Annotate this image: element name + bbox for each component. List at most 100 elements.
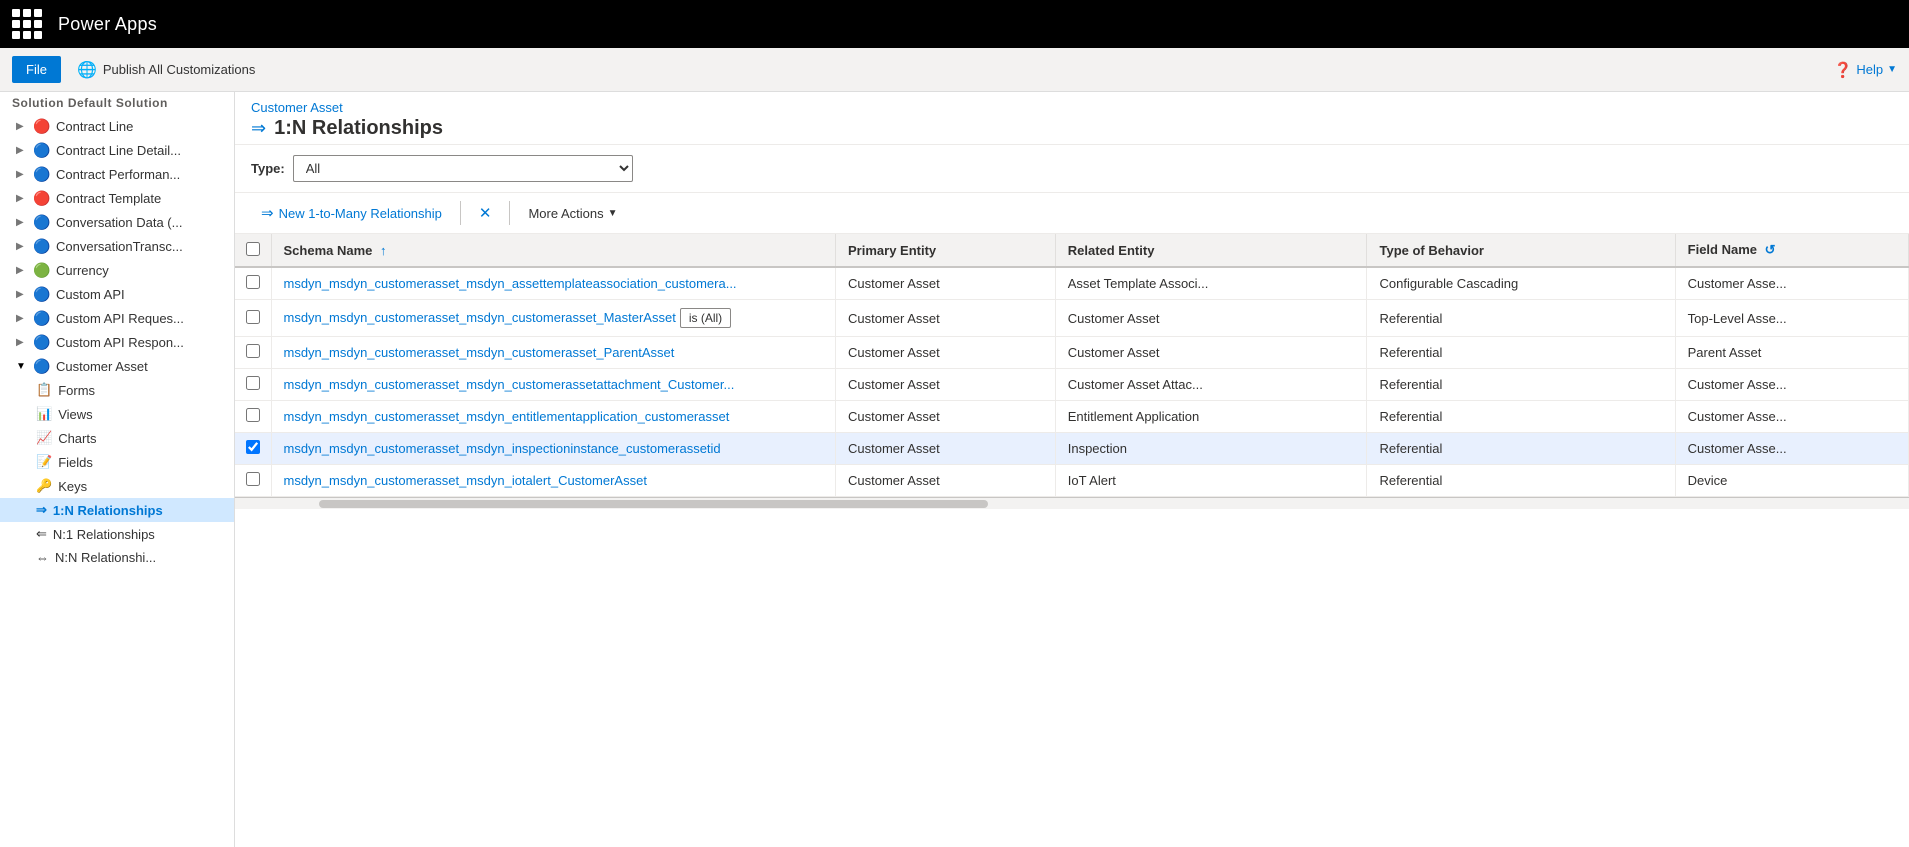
table-row[interactable]: msdyn_msdyn_customerasset_msdyn_iotalert… <box>235 465 1909 497</box>
type-of-behavior-header[interactable]: Type of Behavior <box>1367 234 1675 267</box>
sidebar-item-label: Contract Template <box>56 191 161 206</box>
row-checkbox[interactable] <box>246 472 260 486</box>
schema-name-cell: msdyn_msdyn_customerasset_msdyn_customer… <box>271 337 836 369</box>
row-checkbox[interactable] <box>246 408 260 422</box>
new-relationship-button[interactable]: ⇒ New 1-to-Many Relationship <box>251 199 452 227</box>
sidebar-sub-item-charts[interactable]: 📈 Charts <box>0 426 234 450</box>
sidebar-item-label: Conversation Data (... <box>56 215 182 230</box>
primary-entity-cell: Customer Asset <box>836 300 1056 337</box>
horizontal-scrollbar[interactable] <box>235 497 1909 509</box>
sidebar-sub-label: Keys <box>58 479 87 494</box>
schema-name-header[interactable]: Schema Name ↑ <box>271 234 836 267</box>
row-checkbox[interactable] <box>246 275 260 289</box>
refresh-icon[interactable]: ↺ <box>1765 242 1776 257</box>
breadcrumb[interactable]: Customer Asset <box>251 100 1893 115</box>
sidebar-sub-label: Charts <box>58 431 96 446</box>
row-checkbox[interactable] <box>246 310 260 324</box>
sidebar-item-contract-line-detail[interactable]: ▶ 🔵 Contract Line Detail... <box>0 138 234 162</box>
sidebar-item-label: Contract Line Detail... <box>56 143 181 158</box>
toolbar: File 🌐 Publish All Customizations ❓ Help… <box>0 48 1909 92</box>
sidebar-item-label: ConversationTransc... <box>56 239 183 254</box>
expand-arrow-icon: ▶ <box>16 337 28 348</box>
help-button[interactable]: ❓ Help ▼ <box>1834 61 1897 79</box>
table-row[interactable]: msdyn_msdyn_customerasset_msdyn_customer… <box>235 300 1909 337</box>
expand-arrow-icon: ▶ <box>16 217 28 228</box>
field-name-header[interactable]: Field Name ↺ <box>1675 234 1908 267</box>
primary-entity-label: Primary Entity <box>848 243 936 258</box>
related-entity-cell: Entitlement Application <box>1055 401 1367 433</box>
sidebar-item-contract-performance[interactable]: ▶ 🔵 Contract Performan... <box>0 162 234 186</box>
table-row[interactable]: msdyn_msdyn_customerasset_msdyn_entitlem… <box>235 401 1909 433</box>
row-checkbox-cell[interactable] <box>235 369 271 401</box>
entity-icon: 🔵 <box>34 214 50 230</box>
table-row[interactable]: msdyn_msdyn_customerasset_msdyn_customer… <box>235 369 1909 401</box>
select-all-header[interactable] <box>235 234 271 267</box>
field-name-cell: Customer Asse... <box>1675 369 1908 401</box>
sidebar-sub-label: Views <box>58 407 92 422</box>
table-row[interactable]: msdyn_msdyn_customerasset_msdyn_inspecti… <box>235 433 1909 465</box>
type-filter-select[interactable]: All Custom Customizable Standard <box>293 155 633 182</box>
related-entity-header[interactable]: Related Entity <box>1055 234 1367 267</box>
primary-entity-header[interactable]: Primary Entity <box>836 234 1056 267</box>
field-name-cell: Customer Asse... <box>1675 267 1908 300</box>
schema-name-cell: msdyn_msdyn_customerasset_msdyn_entitlem… <box>271 401 836 433</box>
file-button[interactable]: File <box>12 56 61 83</box>
sidebar-sub-item-forms[interactable]: 📋 Forms <box>0 378 234 402</box>
row-checkbox-cell[interactable] <box>235 337 271 369</box>
related-entity-label: Related Entity <box>1068 243 1155 258</box>
row-checkbox[interactable] <box>246 344 260 358</box>
more-actions-button[interactable]: More Actions ▼ <box>518 201 627 226</box>
sidebar-item-customer-asset[interactable]: ▼ 🔵 Customer Asset <box>0 354 234 378</box>
sidebar-item-currency[interactable]: ▶ 🟢 Currency <box>0 258 234 282</box>
sidebar-item-contract-template[interactable]: ▶ 🔴 Contract Template <box>0 186 234 210</box>
entity-icon: 🔵 <box>34 310 50 326</box>
sidebar-item-custom-api[interactable]: ▶ 🔵 Custom API <box>0 282 234 306</box>
delete-button[interactable]: ✕ <box>469 199 502 227</box>
row-checkbox-cell[interactable] <box>235 267 271 300</box>
related-entity-cell: IoT Alert <box>1055 465 1367 497</box>
sidebar-item-contract-line[interactable]: ▶ 🔴 Contract Line <box>0 114 234 138</box>
field-name-cell: Top-Level Asse... <box>1675 300 1908 337</box>
sidebar-sub-item-fields[interactable]: 📝 Fields <box>0 450 234 474</box>
row-checkbox-cell[interactable] <box>235 465 271 497</box>
related-entity-cell: Customer Asset <box>1055 337 1367 369</box>
filter-row: Type: All Custom Customizable Standard <box>235 145 1909 193</box>
sidebar-item-custom-api-response[interactable]: ▶ 🔵 Custom API Respon... <box>0 330 234 354</box>
action-bar: ⇒ New 1-to-Many Relationship ✕ More Acti… <box>235 193 1909 234</box>
table-row[interactable]: msdyn_msdyn_customerasset_msdyn_customer… <box>235 337 1909 369</box>
entity-icon: 🔵 <box>34 334 50 350</box>
row-checkbox[interactable] <box>246 376 260 390</box>
action-separator-2 <box>509 201 510 225</box>
type-of-behavior-cell: Referential <box>1367 369 1675 401</box>
sidebar-sub-item-views[interactable]: 📊 Views <box>0 402 234 426</box>
publish-button[interactable]: 🌐 Publish All Customizations <box>69 56 263 84</box>
entity-icon: 🔵 <box>34 142 50 158</box>
primary-entity-cell: Customer Asset <box>836 433 1056 465</box>
keys-icon: 🔑 <box>36 478 52 494</box>
expand-arrow-icon: ▶ <box>16 169 28 180</box>
sidebar-sub-item-n1-relationships[interactable]: ⇐ N:1 Relationships <box>0 522 234 546</box>
sidebar-item-custom-api-request[interactable]: ▶ 🔵 Custom API Reques... <box>0 306 234 330</box>
sidebar-item-conversation-data[interactable]: ▶ 🔵 Conversation Data (... <box>0 210 234 234</box>
scrollbar-thumb <box>319 500 989 508</box>
sidebar-sub-item-nn-relationships[interactable]: ⇔ N:N Relationshi... <box>0 546 234 569</box>
row-checkbox-cell[interactable] <box>235 300 271 337</box>
relationships-table-container[interactable]: Schema Name ↑ Primary Entity Related Ent… <box>235 234 1909 847</box>
nn-icon: ⇔ <box>36 550 49 565</box>
page-title-row: ⇒ 1:N Relationships <box>251 117 1893 140</box>
row-checkbox-cell[interactable] <box>235 433 271 465</box>
waffle-icon[interactable] <box>12 9 42 39</box>
row-checkbox-cell[interactable] <box>235 401 271 433</box>
select-all-checkbox[interactable] <box>246 242 260 256</box>
type-of-behavior-cell: Referential <box>1367 433 1675 465</box>
row-checkbox[interactable] <box>246 440 260 454</box>
sidebar-sub-item-keys[interactable]: 🔑 Keys <box>0 474 234 498</box>
table-row[interactable]: msdyn_msdyn_customerasset_msdyn_assettem… <box>235 267 1909 300</box>
type-of-behavior-cell: Configurable Cascading <box>1367 267 1675 300</box>
help-chevron-icon: ▼ <box>1887 64 1897 75</box>
sidebar-sub-item-1n-relationships[interactable]: ⇒ 1:N Relationships <box>0 498 234 522</box>
related-entity-cell: Customer Asset Attac... <box>1055 369 1367 401</box>
relationships-table: Schema Name ↑ Primary Entity Related Ent… <box>235 234 1909 497</box>
sidebar-sub-label: N:1 Relationships <box>53 527 155 542</box>
sidebar-item-conversation-transcript[interactable]: ▶ 🔵 ConversationTransc... <box>0 234 234 258</box>
